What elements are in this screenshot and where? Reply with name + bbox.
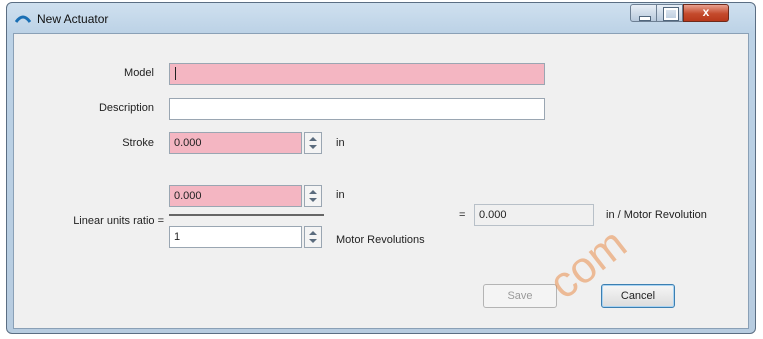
- window-title: New Actuator: [37, 12, 109, 26]
- stroke-label: Stroke: [122, 137, 154, 149]
- spin-down-icon: [309, 198, 317, 202]
- model-input[interactable]: [169, 63, 545, 85]
- stroke-unit: in: [336, 137, 345, 149]
- dialog-body: Model Description Stroke 0.000 in Linear…: [13, 33, 749, 329]
- equals-sign: =: [459, 209, 466, 221]
- model-label: Model: [124, 67, 154, 79]
- dialog-window: New Actuator x Model Description Stroke …: [6, 2, 756, 334]
- minimize-button[interactable]: [630, 4, 657, 22]
- result-field: 0.000: [474, 204, 594, 226]
- close-icon: x: [702, 5, 710, 19]
- app-icon: [15, 15, 31, 23]
- text-cursor: [175, 67, 176, 80]
- ratio-denominator-spinner[interactable]: [304, 226, 322, 248]
- spin-up-icon: [309, 137, 317, 141]
- description-input[interactable]: [169, 98, 545, 120]
- spin-down-icon: [309, 145, 317, 149]
- spin-up-icon: [309, 231, 317, 235]
- ratio-numerator-unit: in: [336, 189, 345, 201]
- ratio-numerator-spinner[interactable]: [304, 185, 322, 207]
- minimize-icon: [639, 16, 651, 21]
- stroke-spinner[interactable]: [304, 132, 322, 154]
- title-bar[interactable]: New Actuator x: [7, 3, 755, 33]
- close-button[interactable]: x: [683, 4, 729, 22]
- result-unit: in / Motor Revolution: [606, 209, 707, 221]
- ratio-denominator-unit: Motor Revolutions: [336, 234, 425, 246]
- spin-down-icon: [309, 239, 317, 243]
- ratio-label: Linear units ratio =: [73, 215, 164, 227]
- ratio-numerator-input[interactable]: 0.000: [169, 185, 302, 207]
- ratio-denominator-input[interactable]: 1: [169, 226, 302, 248]
- cancel-button[interactable]: Cancel: [601, 284, 675, 308]
- spin-up-icon: [309, 190, 317, 194]
- description-label: Description: [98, 102, 154, 114]
- stroke-input[interactable]: 0.000: [169, 132, 302, 154]
- fraction-bar: [169, 214, 324, 216]
- save-button[interactable]: Save: [483, 284, 557, 308]
- maximize-icon: [663, 7, 679, 21]
- maximize-button[interactable]: [657, 4, 683, 22]
